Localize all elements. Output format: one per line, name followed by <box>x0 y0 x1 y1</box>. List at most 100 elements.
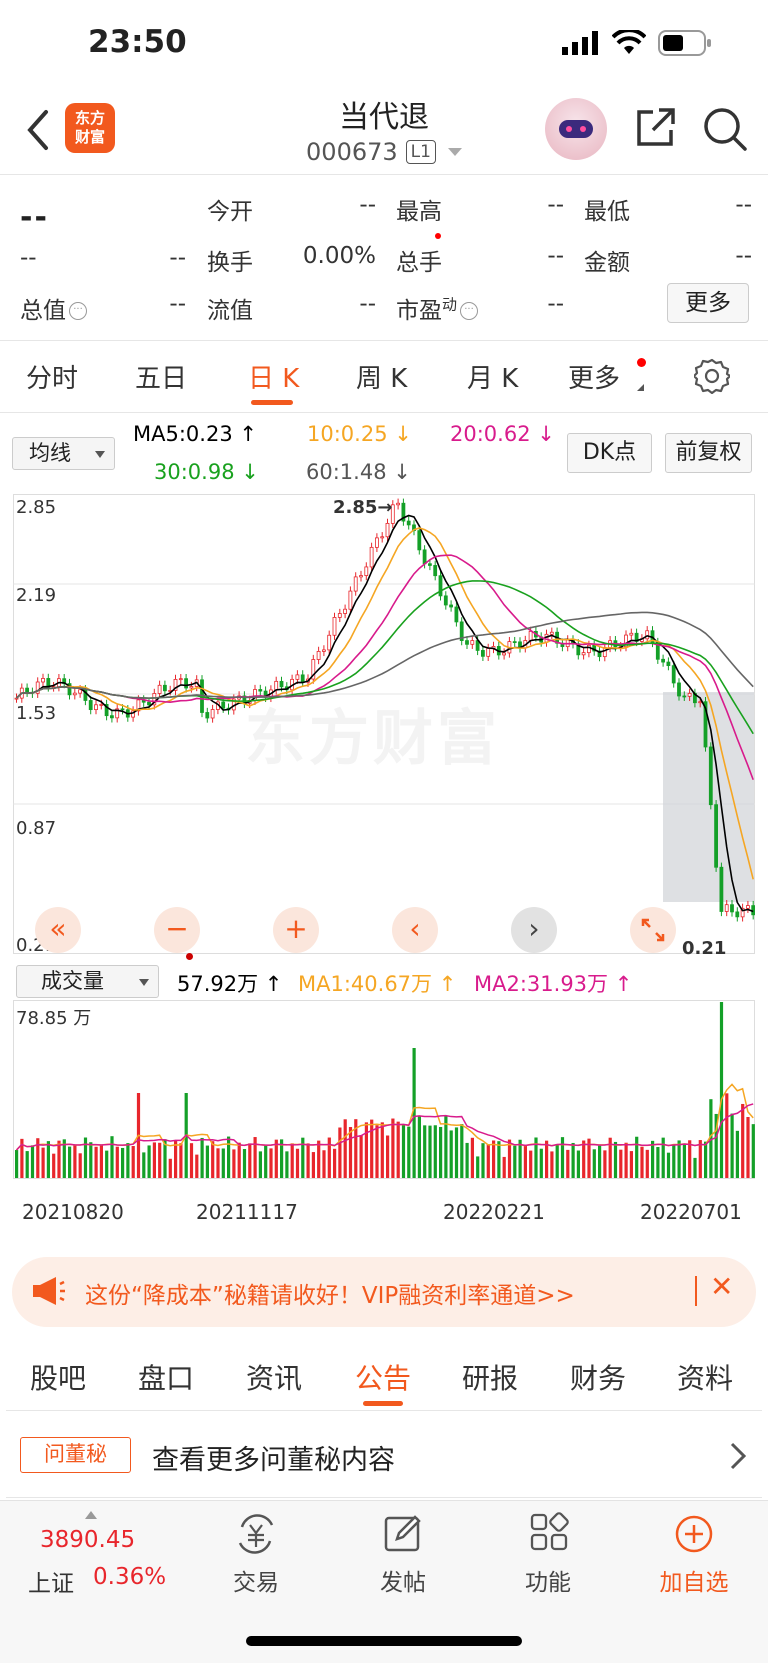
volume-bar <box>359 1135 363 1178</box>
share-icon[interactable] <box>633 106 677 150</box>
volume-bar <box>725 1093 729 1178</box>
volume-bar <box>306 1143 310 1178</box>
candle <box>221 701 226 709</box>
volume-bar <box>444 1116 448 1178</box>
volume-bar <box>677 1140 681 1178</box>
volume-bar <box>216 1148 220 1178</box>
status-time: 23:50 <box>88 24 187 60</box>
scroll-right-button[interactable]: › <box>511 907 557 953</box>
volume-bar <box>89 1142 93 1178</box>
index-change[interactable]: 0.36% <box>93 1564 166 1590</box>
tab-more-periods[interactable]: 更多 <box>568 358 620 395</box>
price-change-pct: -- <box>169 245 186 271</box>
tab-research[interactable]: 研报 <box>462 1357 518 1397</box>
volume-ma1: MA1:40.67万 ↑ <box>298 972 457 996</box>
scroll-far-left-button[interactable]: « <box>35 907 81 953</box>
candle <box>465 640 469 645</box>
wdm-link[interactable]: 查看更多问董秘内容 <box>152 1438 395 1477</box>
corner-caret-icon <box>637 384 644 391</box>
more-quote-button[interactable]: 更多 <box>667 283 749 323</box>
home-indicator <box>246 1636 522 1646</box>
forward-adjust-button[interactable]: 前复权 <box>665 433 752 473</box>
zoom-out-button[interactable]: − <box>154 907 200 953</box>
gear-icon[interactable] <box>694 358 730 394</box>
candle <box>714 804 718 868</box>
scroll-left-button[interactable]: ‹ <box>392 907 438 953</box>
volume-bar <box>174 1141 178 1178</box>
tab-announcements[interactable]: 公告 <box>355 1357 411 1397</box>
volume-bar <box>555 1144 559 1178</box>
search-icon[interactable] <box>702 106 748 152</box>
candle <box>327 634 332 651</box>
info-icon[interactable]: ··· <box>69 302 87 320</box>
volume-bar <box>460 1124 464 1178</box>
add-watchlist-icon[interactable] <box>674 1514 714 1554</box>
date-label: 20211117 <box>196 1200 298 1224</box>
candle <box>751 905 755 916</box>
index-name[interactable]: 上证 <box>28 1564 74 1598</box>
trade-icon[interactable] <box>234 1513 278 1555</box>
volume-bar <box>121 1147 125 1178</box>
volume-bar <box>211 1141 215 1178</box>
volume-bar <box>221 1148 225 1178</box>
candle <box>730 904 734 913</box>
volume-bar <box>688 1140 692 1178</box>
volume-bar <box>94 1146 98 1178</box>
volume-bar <box>68 1146 72 1178</box>
candle <box>300 674 305 683</box>
indicator-select[interactable]: 均线 <box>12 437 115 470</box>
tab-profile[interactable]: 资料 <box>677 1357 733 1397</box>
close-icon[interactable]: ✕ <box>710 1270 733 1303</box>
volume-bar <box>248 1143 252 1178</box>
tab-monthly-k[interactable]: 月 K <box>467 358 518 395</box>
info-icon[interactable]: ··· <box>460 302 479 320</box>
candle <box>666 661 671 667</box>
assistant-robot-icon[interactable] <box>545 98 607 160</box>
ma20-value: 20:0.62 ↓ <box>450 422 555 446</box>
quote-value-turnover: 0.00% <box>302 243 376 269</box>
candle <box>735 911 740 918</box>
nav-post-label[interactable]: 发帖 <box>353 1563 453 1597</box>
tab-financials[interactable]: 财务 <box>570 1357 626 1397</box>
volume-chart[interactable] <box>13 1000 755 1190</box>
tab-guba[interactable]: 股吧 <box>30 1357 86 1397</box>
volume-bar <box>428 1125 432 1178</box>
tab-five-day[interactable]: 五日 <box>135 358 187 395</box>
volume-indicator-select[interactable]: 成交量 <box>16 965 159 998</box>
grid-icon[interactable] <box>529 1512 569 1552</box>
quote-label-pe[interactable]: 市盈动 ··· <box>396 291 479 325</box>
candle <box>14 697 19 700</box>
volume-value: 57.92万 ↑ <box>177 972 283 996</box>
tab-weekly-k[interactable]: 周 K <box>356 358 407 395</box>
quote-label-high: 最高 <box>396 199 442 225</box>
candle <box>369 546 374 568</box>
compose-icon[interactable] <box>383 1513 423 1553</box>
tab-pankou[interactable]: 盘口 <box>138 1357 194 1397</box>
candle <box>746 905 750 909</box>
candle <box>295 674 300 680</box>
chevron-right-icon[interactable] <box>728 1441 748 1471</box>
candle <box>316 651 321 660</box>
banner-text[interactable]: 这份“降成本”秘籍请收好！VIP融资利率通道>> <box>85 1276 575 1310</box>
zoom-in-button[interactable]: + <box>273 907 319 953</box>
candle <box>364 566 369 576</box>
volume-bar <box>30 1145 35 1178</box>
nav-trade-label[interactable]: 交易 <box>206 1563 306 1597</box>
volume-bar <box>269 1148 273 1178</box>
quote-label-mktcap[interactable]: 总值 ··· <box>20 291 87 325</box>
volume-bar <box>624 1142 628 1178</box>
expand-icon[interactable] <box>630 907 676 953</box>
index-value[interactable]: 3890.45 <box>40 1527 135 1553</box>
nav-add-watchlist-label[interactable]: 加自选 <box>644 1563 744 1597</box>
quote-value-open: -- <box>359 192 376 218</box>
y-axis-label: 2.19 <box>16 585 57 606</box>
tab-daily-k[interactable]: 日 K <box>248 358 299 395</box>
candle <box>88 700 93 711</box>
volume-ma2: MA2:31.93万 ↑ <box>474 972 633 996</box>
nav-functions-label[interactable]: 功能 <box>498 1563 598 1597</box>
tab-news[interactable]: 资讯 <box>246 1357 302 1397</box>
tab-intraday[interactable]: 分时 <box>26 358 78 395</box>
volume-bar <box>651 1140 655 1178</box>
dk-point-button[interactable]: DK点 <box>567 433 652 473</box>
volume-bar <box>470 1137 474 1178</box>
